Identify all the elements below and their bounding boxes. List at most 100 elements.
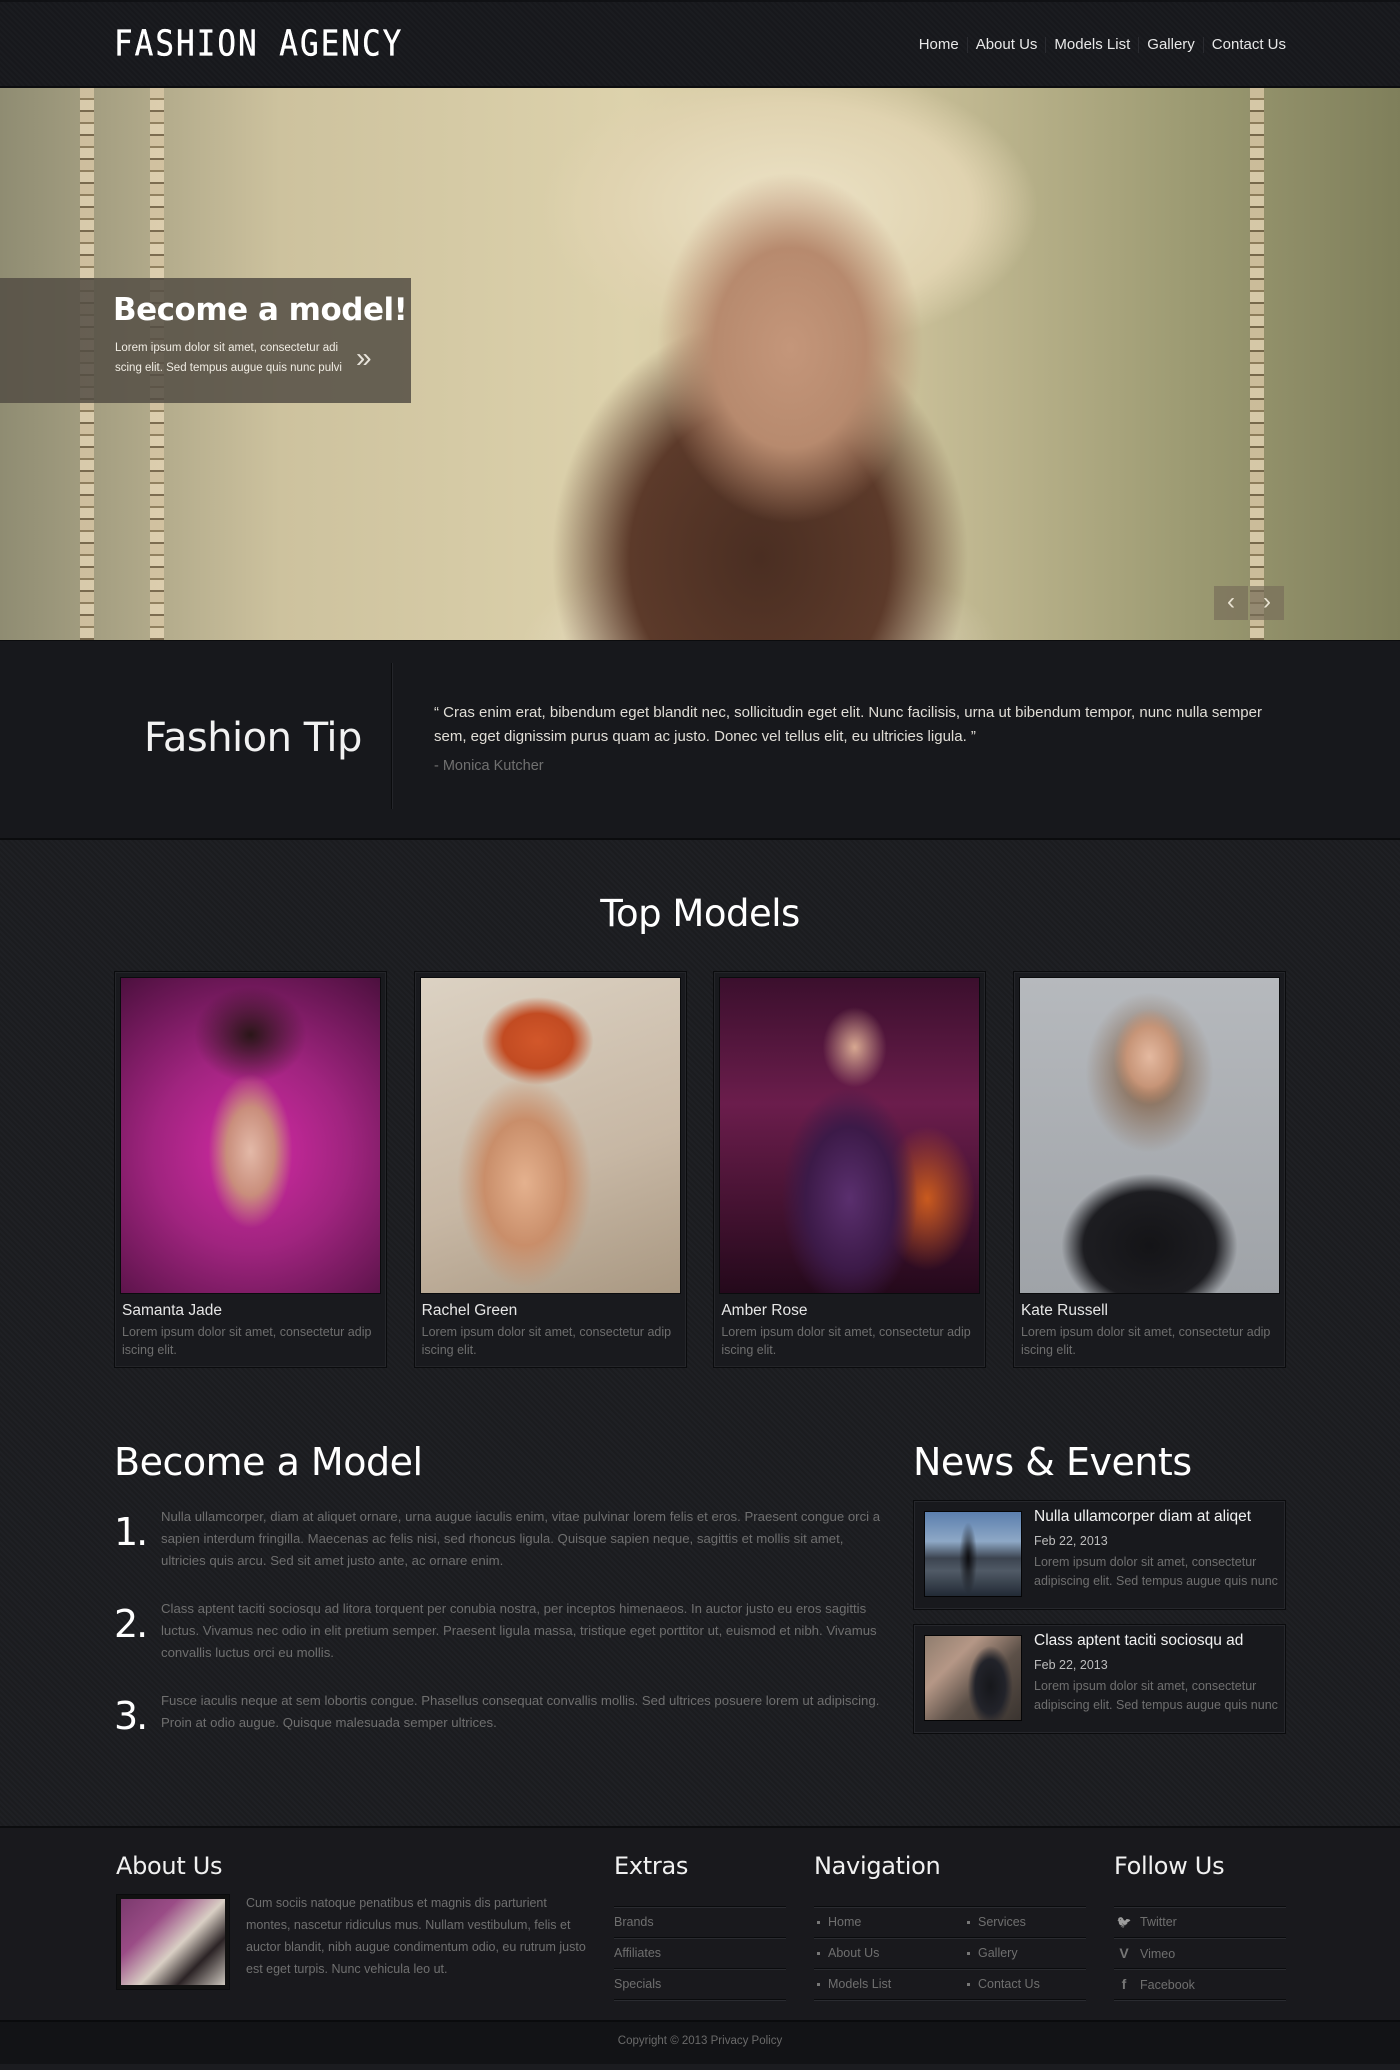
bullet-icon	[967, 1952, 970, 1956]
nav-models-list[interactable]: Models List	[1045, 37, 1138, 53]
site-footer: About Us Cum sociis natoque penatibus et…	[0, 1826, 1400, 2020]
step-number: 3.	[114, 1694, 148, 1738]
top-models-section: Top Models Samanta Jade Lorem ipsum dolo…	[0, 840, 1400, 1368]
model-description: Lorem ipsum dolor sit amet, consectetur …	[721, 1325, 971, 1357]
model-card[interactable]: Kate Russell Lorem ipsum dolor sit amet,…	[1012, 971, 1286, 1368]
footer-nav-label: Gallery	[978, 1946, 1018, 1960]
footer-about-text: Cum sociis natoque penatibus et magnis d…	[246, 1896, 586, 1976]
model-name[interactable]: Amber Rose	[719, 1302, 980, 1320]
news-text: Lorem ipsum dolor sit amet, consectetur …	[1034, 1679, 1278, 1712]
step-item: 1. Nulla ullamcorper, diam at aliquet or…	[114, 1506, 884, 1572]
hero-caption: Become a model! Lorem ipsum dolor sit am…	[0, 278, 411, 403]
news-events-title: News & Events	[913, 1440, 1192, 1484]
model-photo[interactable]	[719, 977, 981, 1294]
footer-navigation: Navigation Home About Us Models List Ser…	[814, 1828, 1086, 2000]
hero-image-chain	[1250, 88, 1264, 640]
footer-nav-contact-us[interactable]: Contact Us	[964, 1969, 1086, 2000]
social-label: Vimeo	[1140, 1947, 1176, 1961]
footer-nav-label: Home	[828, 1915, 862, 1929]
chevron-left-icon: ‹	[1227, 588, 1235, 615]
footer-about: About Us Cum sociis natoque penatibus et…	[116, 1828, 586, 1990]
step-text: Nulla ullamcorper, diam at aliquet ornar…	[161, 1509, 881, 1568]
nav-contact-us[interactable]: Contact Us	[1202, 37, 1286, 53]
site-header: FASHION AGENCY Home About Us Models List…	[0, 0, 1400, 88]
fashion-tip-author: - Monica Kutcher	[434, 758, 544, 774]
chevron-right-icon: ›	[1263, 588, 1271, 615]
social-link-twitter[interactable]: 🐦 Twitter	[1114, 1907, 1286, 1938]
bullet-icon	[817, 1983, 820, 1987]
footer-follow-title: Follow Us	[1114, 1852, 1225, 1880]
model-photo[interactable]	[120, 977, 381, 1294]
top-models-title: Top Models	[600, 892, 800, 935]
footer-nav-label: Services	[978, 1915, 1026, 1929]
slider-next-button[interactable]: ›	[1250, 586, 1284, 620]
copyright-bar: Copyright © 2013 Privacy Policy	[0, 2020, 1400, 2064]
footer-extras: Extras Brands Affiliates Specials	[614, 1828, 786, 2000]
news-text: Lorem ipsum dolor sit amet, consectetur …	[1034, 1555, 1278, 1588]
twitter-icon: 🐦	[1116, 1915, 1132, 1929]
chevron-double-right-icon[interactable]: »	[356, 344, 372, 372]
facebook-icon: f	[1121, 1976, 1127, 1992]
news-date: Feb 22, 2013	[1034, 1658, 1108, 1672]
news-item[interactable]: Class aptent taciti sociosqu ad Feb 22, …	[913, 1624, 1286, 1734]
step-number: 2.	[114, 1602, 148, 1646]
hero-caption-text: Lorem ipsum dolor sit amet, consectetur …	[115, 342, 342, 374]
become-model-section: Become a Model 1. Nulla ullamcorper, dia…	[114, 1440, 884, 1826]
slider-prev-button[interactable]: ‹	[1214, 586, 1248, 620]
fashion-tip-title: Fashion Tip	[144, 715, 362, 761]
model-name[interactable]: Kate Russell	[1019, 1302, 1280, 1320]
footer-nav-label: About Us	[828, 1946, 880, 1960]
bullet-icon	[817, 1952, 820, 1956]
footer-nav-home[interactable]: Home	[814, 1907, 964, 1938]
footer-link-brands[interactable]: Brands	[614, 1907, 786, 1938]
model-card[interactable]: Amber Rose Lorem ipsum dolor sit amet, c…	[713, 971, 987, 1368]
hero-slider: Become a model! Lorem ipsum dolor sit am…	[0, 88, 1400, 640]
social-label: Twitter	[1140, 1915, 1177, 1929]
bullet-icon	[817, 1921, 820, 1925]
footer-nav-label: Contact Us	[978, 1977, 1040, 1991]
copyright-text[interactable]: Copyright © 2013 Privacy Policy	[618, 2035, 782, 2047]
footer-about-image	[116, 1894, 230, 1990]
footer-nav-about-us[interactable]: About Us	[814, 1938, 964, 1969]
model-description: Lorem ipsum dolor sit amet, consectetur …	[1020, 1325, 1271, 1357]
footer-link-affiliates[interactable]: Affiliates	[614, 1938, 786, 1969]
model-photo[interactable]	[419, 977, 681, 1294]
footer-nav-label: Models List	[828, 1977, 892, 1991]
model-photo[interactable]	[1018, 977, 1280, 1294]
social-link-vimeo[interactable]: V Vimeo	[1114, 1938, 1286, 1969]
news-thumbnail[interactable]	[924, 1511, 1022, 1597]
news-events-section: News & Events Nulla ullamcorper diam at …	[913, 1440, 1286, 1826]
step-text: Fusce iaculis neque at sem lobortis cong…	[161, 1693, 880, 1730]
news-item[interactable]: Nulla ullamcorper diam at aliqet Feb 22,…	[913, 1500, 1286, 1610]
step-item: 3. Fusce iaculis neque at sem lobortis c…	[114, 1690, 884, 1738]
footer-extras-title: Extras	[614, 1852, 689, 1880]
nav-home[interactable]: Home	[911, 37, 967, 53]
model-name[interactable]: Samanta Jade	[120, 1302, 381, 1320]
news-title[interactable]: Nulla ullamcorper diam at aliqet	[1034, 1508, 1251, 1526]
vimeo-icon: V	[1119, 1945, 1129, 1961]
nav-about-us[interactable]: About Us	[966, 37, 1046, 53]
model-card[interactable]: Rachel Green Lorem ipsum dolor sit amet,…	[413, 971, 687, 1368]
model-name[interactable]: Rachel Green	[420, 1302, 681, 1320]
fashion-tip-section: Fashion Tip “ Cras enim erat, bibendum e…	[0, 640, 1400, 840]
bullet-icon	[967, 1921, 970, 1925]
step-item: 2. Class aptent taciti sociosqu ad litor…	[114, 1598, 884, 1664]
site-logo[interactable]: FASHION AGENCY	[114, 23, 403, 65]
step-text: Class aptent taciti sociosqu ad litora t…	[161, 1601, 877, 1660]
footer-nav-gallery[interactable]: Gallery	[964, 1938, 1086, 1969]
become-model-title: Become a Model	[114, 1440, 423, 1484]
model-description: Lorem ipsum dolor sit amet, consectetur …	[122, 1325, 372, 1357]
step-number: 1.	[114, 1510, 148, 1554]
footer-link-specials[interactable]: Specials	[614, 1969, 786, 2000]
nav-gallery[interactable]: Gallery	[1138, 37, 1203, 53]
fashion-tip-quote: “ Cras enim erat, bibendum eget blandit …	[434, 704, 1262, 745]
footer-navigation-title: Navigation	[814, 1852, 941, 1880]
social-link-facebook[interactable]: f Facebook	[1114, 1969, 1286, 2000]
model-card[interactable]: Samanta Jade Lorem ipsum dolor sit amet,…	[114, 971, 387, 1368]
news-thumbnail[interactable]	[924, 1635, 1022, 1721]
news-title[interactable]: Class aptent taciti sociosqu ad	[1034, 1632, 1243, 1650]
main-nav: Home About Us Models List Gallery Contac…	[911, 37, 1286, 53]
footer-nav-models-list[interactable]: Models List	[814, 1969, 964, 2000]
footer-nav-services[interactable]: Services	[964, 1907, 1086, 1938]
social-label: Facebook	[1140, 1978, 1195, 1992]
